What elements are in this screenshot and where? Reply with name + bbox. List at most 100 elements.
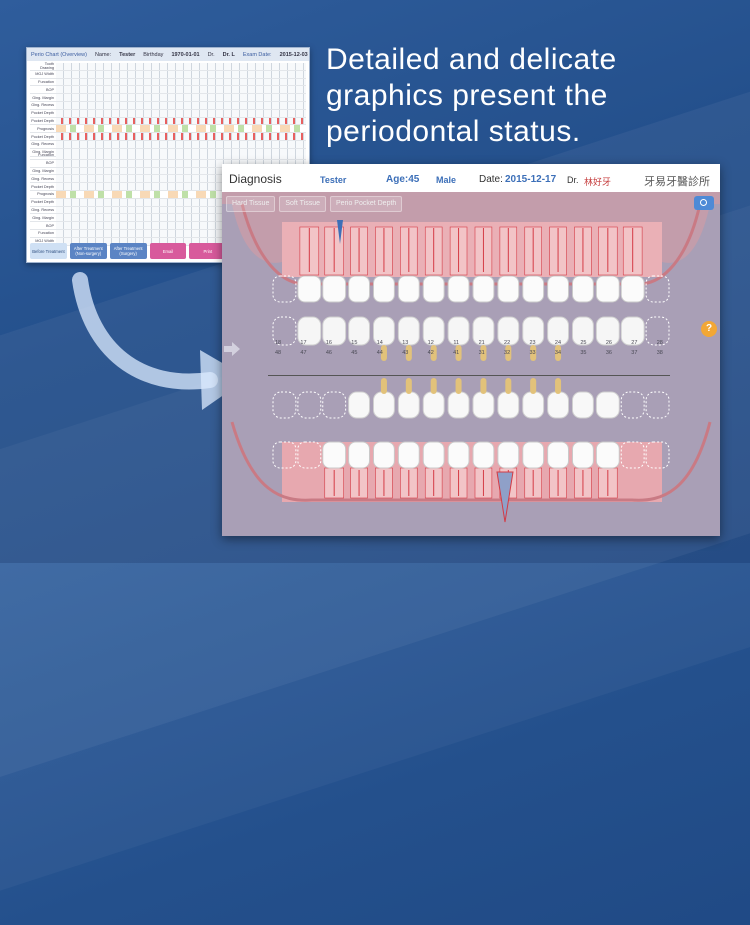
perio-row-cells[interactable] bbox=[56, 152, 306, 159]
perio-birthday: 1970-01-01 bbox=[171, 51, 200, 58]
perio-row-label: Ging. Margin bbox=[32, 215, 54, 220]
lower-occlusal-crown bbox=[422, 391, 445, 419]
tooth-number: 17 bbox=[300, 340, 307, 346]
left-arrow-icon[interactable] bbox=[224, 342, 240, 356]
lower-occlusal-crown bbox=[547, 391, 569, 419]
tooth-number: 46 bbox=[325, 350, 332, 356]
perio-row-cells[interactable] bbox=[56, 125, 306, 133]
perio-row-label: Ging. Recess bbox=[31, 207, 54, 212]
tooth-number: 31 bbox=[478, 350, 485, 356]
lower-root-tip bbox=[405, 378, 412, 394]
perio-button[interactable]: After Treatment (Non-surgery) bbox=[69, 243, 107, 259]
perio-row-label: Pocket Depth bbox=[31, 184, 54, 189]
perio-button[interactable]: Print bbox=[189, 243, 227, 259]
lower-occlusal-crown bbox=[297, 391, 322, 419]
perio-patient-name: Tester bbox=[119, 51, 136, 58]
teeth-illustration bbox=[222, 192, 720, 523]
lower-occlusal-crown bbox=[322, 391, 347, 419]
tooth-number: 14 bbox=[376, 340, 383, 346]
perio-row-cells[interactable] bbox=[56, 133, 306, 140]
lower-root-tip bbox=[380, 378, 387, 394]
upper-tooth-crown bbox=[422, 275, 445, 303]
lower-occlusal-crown bbox=[645, 391, 670, 419]
tooth-number: 42 bbox=[427, 350, 434, 356]
tooth-number: 21 bbox=[478, 340, 485, 346]
tab-soft-tissue[interactable]: Soft Tissue bbox=[279, 196, 326, 212]
tooth-number: 22 bbox=[504, 340, 511, 346]
help-button[interactable]: ? bbox=[701, 321, 717, 337]
lower-tooth-crown bbox=[397, 441, 420, 469]
perio-grid-upper: Tooth Drawing MGJ Width Furcation BOP Ging. … bbox=[30, 62, 306, 157]
perio-row-label: Ging. Recess bbox=[31, 103, 54, 108]
doctor-name: 林好牙 bbox=[584, 177, 612, 187]
upper-tooth-crown bbox=[547, 275, 569, 303]
upper-tooth-crown bbox=[272, 275, 297, 303]
upper-tooth-crown bbox=[472, 275, 495, 303]
perio-row: MGJ Width bbox=[30, 70, 306, 79]
diagnosis-window: Diagnosis Tester Age:45 Male Date: 2015-… bbox=[222, 164, 720, 536]
lower-tooth-crown bbox=[522, 441, 545, 469]
lower-root-tip bbox=[480, 378, 487, 394]
camera-button[interactable] bbox=[694, 196, 714, 210]
lower-occlusal-crown bbox=[620, 391, 645, 419]
tab-hard-tissue[interactable]: Hard Tissue bbox=[226, 196, 276, 212]
lower-occlusal-crown bbox=[447, 391, 470, 419]
perio-button[interactable]: After Treatment (Surgery) bbox=[109, 243, 147, 259]
upper-tooth-crown bbox=[322, 275, 347, 303]
diagnosis-title: Diagnosis bbox=[229, 172, 282, 186]
perio-row: Prognosis bbox=[30, 125, 306, 134]
perio-row: BOP bbox=[30, 86, 306, 95]
perio-row-cells[interactable] bbox=[56, 78, 306, 86]
tooth-number: 36 bbox=[605, 350, 612, 356]
lower-occlusal-crown bbox=[572, 391, 594, 419]
perio-row: Furcation bbox=[30, 78, 306, 87]
perio-button[interactable]: Before Treatment bbox=[30, 243, 67, 259]
tooth-number: 34 bbox=[554, 350, 562, 356]
perio-row-cells[interactable] bbox=[56, 140, 306, 148]
upper-tooth-crown bbox=[373, 275, 395, 303]
patient-name: Tester bbox=[320, 175, 347, 185]
lower-root-tip bbox=[555, 378, 562, 394]
tab-perio-pocket-depth[interactable]: Perio Pocket Depth bbox=[330, 196, 403, 212]
perio-chart-header: Perio Chart (Overview) Name: Tester Birt… bbox=[27, 48, 309, 61]
headline: Detailed and delicate graphics present t… bbox=[326, 43, 617, 148]
perio-row-label: Ging. Recess bbox=[31, 142, 54, 147]
perio-exam-date: 2015-12-03 bbox=[279, 51, 308, 58]
perio-row-cells[interactable] bbox=[56, 63, 306, 70]
perio-row: Ging. Margin bbox=[30, 94, 306, 102]
perio-row-label: Pocket Depth bbox=[31, 111, 54, 116]
tooth-number: 33 bbox=[529, 350, 536, 356]
dental-chart-canvas[interactable]: Hard Tissue Soft Tissue Perio Pocket Dep… bbox=[222, 192, 720, 536]
exam-date: 2015-12-17 bbox=[505, 174, 557, 185]
tooth-number: 26 bbox=[605, 340, 612, 346]
lower-tooth-crown bbox=[422, 441, 445, 469]
diagnosis-header: Diagnosis Tester Age:45 Male Date: 2015-… bbox=[222, 164, 720, 192]
lower-tooth-numbers: 48 47 46 45 44 43 42 41 31 32 33 34 35 36 37 38 bbox=[270, 350, 668, 356]
lower-root-tip bbox=[455, 378, 462, 394]
tooth-number: 16 bbox=[325, 340, 332, 346]
lower-tooth-crown bbox=[373, 441, 395, 469]
perio-row-cells[interactable] bbox=[56, 101, 306, 109]
date-label: Date: bbox=[479, 174, 503, 185]
perio-row: Pocket Depth bbox=[30, 133, 306, 141]
perio-button[interactable]: Email bbox=[149, 243, 187, 259]
perio-row-label: Prognosis bbox=[37, 126, 54, 131]
upper-tooth-crown bbox=[595, 275, 620, 303]
perio-row: Pocket Depth bbox=[30, 109, 306, 118]
perio-row-cells[interactable] bbox=[56, 117, 306, 125]
lower-occlusal-crown bbox=[397, 391, 420, 419]
perio-row-cells[interactable] bbox=[56, 86, 306, 94]
patient-age: Age:45 bbox=[386, 174, 420, 185]
perio-dr-label: Dr. bbox=[207, 51, 215, 58]
lower-tooth-crown bbox=[348, 441, 370, 469]
lower-tooth-crown bbox=[595, 441, 620, 469]
perio-row: Ging. Recess bbox=[30, 140, 306, 149]
perio-row-cells[interactable] bbox=[56, 109, 306, 117]
tooth-number: 35 bbox=[580, 350, 587, 356]
perio-row-cells[interactable] bbox=[56, 70, 306, 78]
lower-root-tip bbox=[530, 378, 537, 394]
lower-tooth-crown bbox=[547, 441, 569, 469]
perio-row-cells[interactable] bbox=[56, 94, 306, 101]
upper-tooth-crown bbox=[522, 275, 545, 303]
perio-exam-label: Exam Date: bbox=[242, 51, 272, 58]
